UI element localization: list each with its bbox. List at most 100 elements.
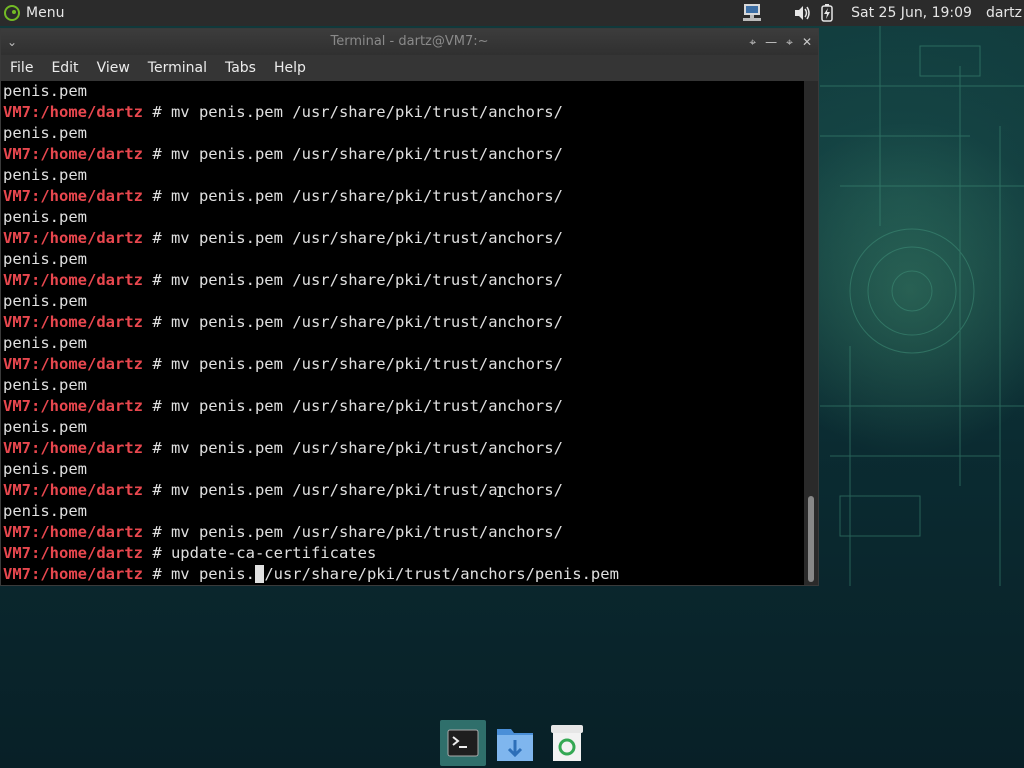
terminal-line: penis.pem <box>3 375 563 396</box>
terminal-command: # mv penis.pem /usr/share/pki/trust/anch… <box>142 229 563 247</box>
system-tray: Sat 25 Jun, 19:09 dartz <box>741 0 1024 26</box>
terminal-prompt: VM7:/home/dartz <box>3 523 143 541</box>
menu-tabs[interactable]: Tabs <box>216 60 265 76</box>
terminal-command: # mv penis.pem /usr/share/pki/trust/anch… <box>142 313 563 331</box>
terminal-line: penis.pem <box>3 333 563 354</box>
terminal-output-text: penis.pem <box>3 82 87 100</box>
file-manager-icon <box>497 729 533 761</box>
terminal-prompt: VM7:/home/dartz <box>3 355 143 373</box>
terminal-line: VM7:/home/dartz # mv penis.pem /usr/shar… <box>3 312 563 333</box>
terminal-line: VM7:/home/dartz # mv penis.pem /usr/shar… <box>3 396 563 417</box>
terminal-icon <box>447 729 479 757</box>
terminal-prompt: VM7:/home/dartz <box>3 439 143 457</box>
terminal-line: VM7:/home/dartz # mv penis.pem /usr/shar… <box>3 186 563 207</box>
window-titlebar[interactable]: ⌄ Terminal - dartz@VM7:~ ⌖ — ⌖ ✕ <box>1 29 818 55</box>
terminal-prompt: VM7:/home/dartz <box>3 397 143 415</box>
menu-edit[interactable]: Edit <box>42 60 87 76</box>
battery-icon[interactable] <box>821 4 833 22</box>
terminal-output-text: penis.pem <box>3 166 87 184</box>
terminal-line: penis.pem <box>3 417 563 438</box>
terminal-line: penis.pem <box>3 165 563 186</box>
dock <box>440 720 590 768</box>
clock[interactable]: Sat 25 Jun, 19:09 <box>851 5 972 21</box>
terminal-prompt: VM7:/home/dartz <box>3 145 143 163</box>
terminal-command: # mv penis.pem /usr/share/pki/trust/anch… <box>142 355 563 373</box>
current-command-before-cursor: # mv penis. <box>142 565 255 583</box>
terminal-output-text: penis.pem <box>3 334 87 352</box>
terminal-command: # mv penis.pem /usr/share/pki/trust/anch… <box>142 103 563 121</box>
terminal-window: ⌄ Terminal - dartz@VM7:~ ⌖ — ⌖ ✕ File Ed… <box>0 28 819 586</box>
main-menu-button[interactable]: Menu <box>4 3 64 23</box>
terminal-output-text: penis.pem <box>3 208 87 226</box>
volume-icon[interactable] <box>793 5 811 21</box>
terminal-line: VM7:/home/dartz # mv penis.pem /usr/shar… <box>3 354 563 375</box>
terminal-output[interactable]: penis.pem VM7:/home/dartz # mv penis.pem … <box>1 81 804 585</box>
network-icon[interactable] <box>741 3 763 23</box>
menu-help[interactable]: Help <box>265 60 315 76</box>
maximize-icon[interactable]: ⌖ <box>786 29 793 55</box>
terminal-prompt: VM7:/home/dartz <box>3 544 143 562</box>
terminal-prompt: VM7:/home/dartz <box>3 229 143 247</box>
terminal-output-text: penis.pem <box>3 418 87 436</box>
opensuse-logo-icon <box>4 5 20 21</box>
terminal-line: penis.pem <box>3 249 563 270</box>
main-menu-label: Menu <box>26 5 65 21</box>
terminal-current-line[interactable]: VM7:/home/dartz # mv penis. /usr/share/p… <box>3 564 619 585</box>
terminal-command: # mv penis.pem /usr/share/pki/trust/anch… <box>142 523 563 541</box>
terminal-line: VM7:/home/dartz # mv penis.pem /usr/shar… <box>3 144 563 165</box>
terminal-command: # mv penis.pem /usr/share/pki/trust/anch… <box>142 145 563 163</box>
mouse-ibeam-cursor: I <box>496 485 505 501</box>
terminal-line: VM7:/home/dartz # mv penis.pem /usr/shar… <box>3 228 563 249</box>
terminal-output-text: penis.pem <box>3 502 87 520</box>
terminal-line: penis.pem <box>3 123 563 144</box>
menu-bar: File Edit View Terminal Tabs Help <box>1 55 818 81</box>
terminal-output-text: penis.pem <box>3 250 87 268</box>
terminal-output-text: penis.pem <box>3 376 87 394</box>
terminal-output-text: penis.pem <box>3 460 87 478</box>
window-menu-chevron-icon[interactable]: ⌄ <box>7 29 17 55</box>
terminal-command: # update-ca-certificates <box>142 544 377 562</box>
terminal-lines: penis.pem VM7:/home/dartz # mv penis.pem … <box>3 81 563 564</box>
terminal-prompt: VM7:/home/dartz <box>3 103 143 121</box>
terminal-command: # mv penis.pem /usr/share/pki/trust/anch… <box>142 439 563 457</box>
terminal-prompt: VM7:/home/dartz <box>3 187 143 205</box>
user-name[interactable]: dartz <box>986 5 1022 21</box>
terminal-command: # mv penis.pem /usr/share/pki/trust/anch… <box>142 397 563 415</box>
terminal-line: VM7:/home/dartz # mv penis.pem /usr/shar… <box>3 438 563 459</box>
terminal-line: penis.pem <box>3 291 563 312</box>
minimize-icon[interactable]: — <box>765 29 777 55</box>
close-icon[interactable]: ✕ <box>802 29 812 55</box>
terminal-output-text: penis.pem <box>3 124 87 142</box>
terminal-scrollbar[interactable] <box>804 81 818 585</box>
terminal-prompt: VM7:/home/dartz <box>3 481 143 499</box>
terminal-output-text: penis.pem <box>3 292 87 310</box>
terminal-prompt: VM7:/home/dartz <box>3 271 143 289</box>
terminal-line: VM7:/home/dartz # update-ca-certificates <box>3 543 563 564</box>
terminal-command: # mv penis.pem /usr/share/pki/trust/anch… <box>142 187 563 205</box>
terminal-line: penis.pem <box>3 207 563 228</box>
scrollbar-thumb[interactable] <box>808 496 814 582</box>
top-panel: Menu Sat 25 Jun, 19:09 dartz <box>0 0 1024 26</box>
dock-terminal-launcher[interactable] <box>440 720 486 766</box>
terminal-line: penis.pem <box>3 81 563 102</box>
pin-icon[interactable]: ⌖ <box>749 29 756 55</box>
terminal-line: VM7:/home/dartz # mv penis.pem /usr/shar… <box>3 270 563 291</box>
terminal-line: VM7:/home/dartz # mv penis.pem /usr/shar… <box>3 522 563 543</box>
menu-file[interactable]: File <box>1 60 42 76</box>
current-command-after-cursor: /usr/share/pki/trust/anchors/penis.pem <box>264 565 619 583</box>
dock-file-manager-launcher[interactable] <box>492 720 538 766</box>
trash-icon <box>551 725 583 761</box>
text-cursor <box>254 565 265 583</box>
terminal-command: # mv penis.pem /usr/share/pki/trust/anch… <box>142 271 563 289</box>
terminal-prompt: VM7:/home/dartz <box>3 565 143 583</box>
window-title: Terminal - dartz@VM7:~ <box>330 34 489 49</box>
terminal-prompt: VM7:/home/dartz <box>3 313 143 331</box>
terminal-line: penis.pem <box>3 501 563 522</box>
wallpaper-circuit-pattern <box>820 26 1024 586</box>
terminal-line: penis.pem <box>3 459 563 480</box>
terminal-line: VM7:/home/dartz # mv penis.pem /usr/shar… <box>3 102 563 123</box>
dock-trash-launcher[interactable] <box>544 720 590 766</box>
menu-view[interactable]: View <box>88 60 139 76</box>
menu-terminal[interactable]: Terminal <box>139 60 216 76</box>
terminal-line: VM7:/home/dartz # mv penis.pem /usr/shar… <box>3 480 563 501</box>
